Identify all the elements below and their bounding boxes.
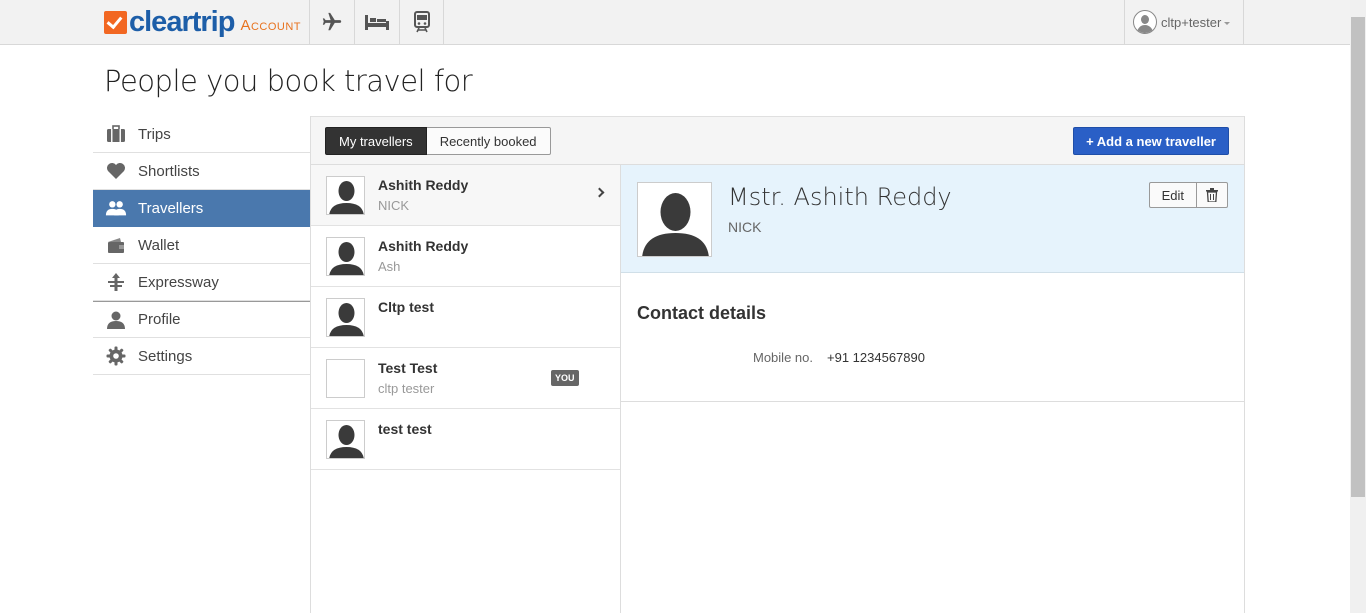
user-avatar-icon (1133, 10, 1157, 34)
traveller-name: Ashith Reddy (378, 238, 469, 254)
wallet-icon (105, 235, 127, 255)
traveller-name: Test Test (378, 360, 438, 376)
traveller-nickname: cltp tester (378, 381, 435, 396)
user-menu[interactable]: cltp+tester (1124, 0, 1244, 44)
sidebar-item-label: Shortlists (138, 162, 200, 180)
person-icon (105, 310, 127, 330)
avatar (637, 182, 712, 257)
bed-icon (365, 15, 389, 30)
user-name: cltp+tester (1161, 14, 1222, 30)
sidebar-item-trips[interactable]: Trips (93, 116, 310, 153)
delete-button[interactable] (1197, 182, 1228, 208)
traveller-row[interactable]: Ashith Reddy Ash (311, 226, 620, 287)
people-icon (105, 198, 127, 218)
chevron-down-icon (1224, 21, 1231, 25)
tab-my-travellers[interactable]: My travellers (325, 127, 427, 155)
sidebar-item-wallet[interactable]: Wallet (93, 227, 310, 264)
train-icon (413, 11, 430, 33)
page-title: People you book travel for (104, 64, 473, 98)
airplane-icon (322, 12, 342, 31)
traveller-detail-header: Mstr. Ashith Reddy NICK Edit (621, 165, 1244, 273)
page-scrollbar[interactable] (1350, 0, 1366, 613)
expressway-icon (105, 272, 127, 292)
avatar (326, 298, 365, 337)
traveller-nickname: Ash (378, 259, 401, 274)
trash-icon (1206, 188, 1218, 202)
avatar (326, 359, 365, 398)
traveller-detail: Mstr. Ashith Reddy NICK Edit Contact det… (621, 165, 1244, 613)
chevron-right-icon (594, 187, 605, 198)
sidebar-item-label: Travellers (138, 199, 204, 217)
traveller-name: test test (378, 421, 432, 437)
sidebar-item-label: Profile (138, 311, 181, 328)
trains-tab[interactable] (399, 0, 444, 44)
edit-button[interactable]: Edit (1148, 182, 1197, 208)
traveller-name: Cltp test (378, 299, 434, 315)
traveller-nickname: NICK (728, 219, 762, 235)
flights-tab[interactable] (309, 0, 354, 44)
sidebar-item-profile[interactable]: Profile (93, 301, 310, 338)
sidebar-item-label: Wallet (138, 236, 180, 254)
traveller-view-toggle: My travellers Recently booked (325, 127, 551, 155)
sidebar-item-settings[interactable]: Settings (93, 338, 310, 375)
heart-icon (105, 161, 127, 181)
logo-account-label: Account (240, 16, 302, 34)
sidebar-item-label: Settings (138, 347, 193, 365)
traveller-full-name: Mstr. Ashith Reddy (728, 183, 952, 211)
you-badge: YOU (551, 370, 579, 386)
sidebar-item-label: Trips (138, 125, 171, 143)
hotels-tab[interactable] (354, 0, 399, 44)
sidebar-item-expressway[interactable]: Expressway (93, 264, 310, 301)
gear-icon (105, 346, 127, 366)
travellers-panel: My travellers Recently booked + Add a ne… (310, 116, 1245, 613)
cleartrip-logo[interactable]: cleartrip Account (104, 7, 301, 37)
traveller-list: Ashith Reddy NICK Ashith Reddy Ash Cltp … (311, 165, 621, 613)
traveller-row[interactable]: Cltp test (311, 287, 620, 348)
top-header: cleartrip Account cltp+tester (0, 0, 1350, 45)
sidebar-item-label: Expressway (138, 273, 219, 291)
avatar (326, 237, 365, 276)
account-sidebar: Trips Shortlists Travellers Wallet Expre… (93, 116, 310, 375)
mobile-label: Mobile no. (753, 350, 813, 365)
logo-text: cleartrip (129, 6, 235, 38)
add-traveller-button[interactable]: + Add a new traveller (1073, 127, 1229, 155)
suitcase-icon (105, 124, 127, 144)
sidebar-item-travellers[interactable]: Travellers (93, 190, 310, 227)
contact-details-section: Contact details Mobile no. +91 123456789… (621, 273, 1244, 402)
traveller-row[interactable]: test test (311, 409, 620, 470)
avatar (326, 176, 365, 215)
avatar (326, 420, 365, 459)
scrollbar-thumb[interactable] (1351, 17, 1365, 497)
traveller-row[interactable]: Ashith Reddy NICK (311, 165, 620, 226)
mobile-value: +91 1234567890 (827, 350, 925, 365)
traveller-actions: Edit (1148, 182, 1228, 208)
contact-details-heading: Contact details (637, 303, 767, 323)
panel-toolbar: My travellers Recently booked + Add a ne… (311, 116, 1244, 165)
tab-recently-booked[interactable]: Recently booked (426, 127, 551, 155)
sidebar-item-shortlists[interactable]: Shortlists (93, 153, 310, 190)
checkmark-logo-icon (104, 10, 127, 34)
traveller-name: Ashith Reddy (378, 177, 469, 193)
traveller-nickname: NICK (378, 198, 410, 213)
traveller-row[interactable]: Test Test cltp tester YOU (311, 348, 620, 409)
